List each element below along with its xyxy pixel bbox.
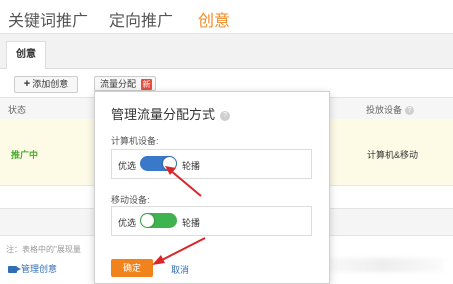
manage-creative-link[interactable]: 管理创意 <box>8 262 57 275</box>
help-icon[interactable]: ? <box>405 106 415 116</box>
pc-rotation-toggle[interactable] <box>140 156 177 171</box>
column-header-device-label: 投放设备 <box>366 105 403 115</box>
pc-device-label: 计算机设备: <box>111 136 159 146</box>
video-camera-icon <box>8 266 21 274</box>
sub-tab-bar: 创意 <box>0 34 453 69</box>
popup-title: 管理流量分配方式? <box>111 104 231 123</box>
pc-option-preferred[interactable]: 优选 <box>118 159 136 172</box>
status-badge: 推广中 <box>11 150 39 160</box>
column-header-device: 投放设备? <box>366 103 415 116</box>
device-cell: 计算机&移动 <box>367 150 419 160</box>
column-header-status: 状态 <box>8 105 27 115</box>
mobile-rotation-toggle[interactable] <box>140 213 177 228</box>
manage-creative-label: 管理创意 <box>21 264 58 274</box>
confirm-button[interactable]: 确定 <box>111 259 153 277</box>
mobile-device-selector: 优选 轮播 <box>111 206 312 236</box>
flow-allocation-popup: 管理流量分配方式? 计算机设备: 优选 轮播 移动设备: 优选 轮播 确定 取消 <box>94 91 330 284</box>
add-creative-button[interactable]: + 添加创意 <box>14 76 78 93</box>
help-icon[interactable]: ? <box>220 110 231 121</box>
tab-targeted-promotion[interactable]: 定向推广 <box>109 7 173 31</box>
tab-creative-label: 创意 <box>198 13 231 30</box>
toggle-knob <box>163 157 176 170</box>
table-note: 注：表格中的"展现量 <box>6 245 81 254</box>
plus-icon: + <box>23 78 31 90</box>
cancel-link[interactable]: 取消 <box>171 263 189 276</box>
new-badge: 新 <box>141 79 152 90</box>
tab-creative[interactable]: 创意 <box>198 7 231 37</box>
blurred-area <box>323 258 443 272</box>
pc-device-selector: 优选 轮播 <box>111 149 312 179</box>
mobile-option-preferred[interactable]: 优选 <box>118 216 136 229</box>
mobile-device-label: 移动设备: <box>111 195 150 205</box>
flow-allocation-label: 流量分配 <box>100 79 137 89</box>
flow-allocation-button[interactable]: 流量分配 新 <box>94 76 156 91</box>
top-tab-bar: 关键词推广 定向推广 创意 <box>0 0 453 37</box>
mobile-option-rotate[interactable]: 轮播 <box>182 216 200 229</box>
sub-tab-creative[interactable]: 创意 <box>6 41 46 69</box>
pc-option-rotate[interactable]: 轮播 <box>182 159 200 172</box>
popup-title-text: 管理流量分配方式 <box>111 107 216 122</box>
toggle-knob <box>141 214 154 227</box>
tab-keyword-promotion[interactable]: 关键词推广 <box>8 7 88 31</box>
add-creative-label: 添加创意 <box>32 79 69 89</box>
